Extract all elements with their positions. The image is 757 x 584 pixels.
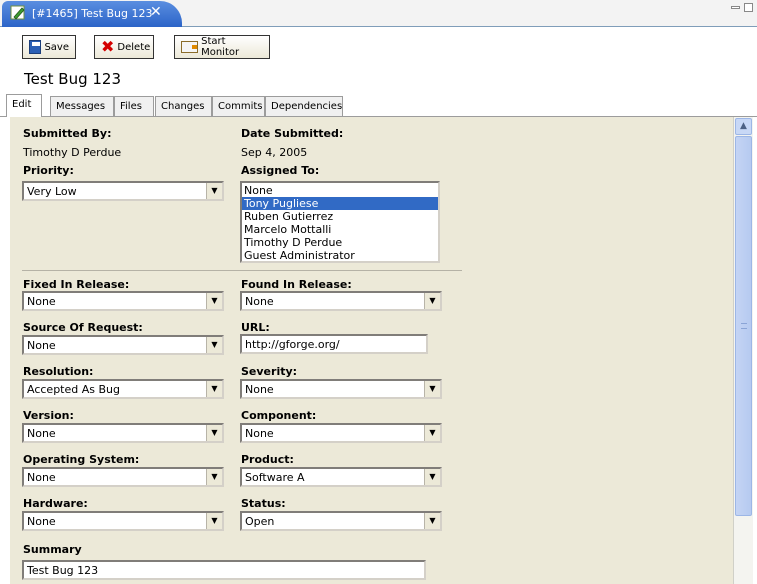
summary-value: Test Bug 123 (27, 564, 99, 577)
found-in-release-label: Found In Release: (241, 278, 352, 291)
vertical-scrollbar[interactable]: ▲ (733, 117, 753, 584)
url-input[interactable]: http://gforge.org/ (240, 334, 428, 354)
operating-system-value: None (27, 471, 56, 484)
pencil-icon (10, 5, 26, 21)
chevron-down-icon: ▼ (206, 183, 222, 199)
chevron-down-icon: ▼ (206, 337, 222, 353)
resolution-select[interactable]: Accepted As Bug ▼ (22, 379, 224, 399)
maximize-button[interactable] (744, 3, 753, 12)
product-value: Software A (245, 471, 305, 484)
save-icon (29, 40, 42, 54)
found-in-release-value: None (245, 295, 274, 308)
url-label: URL: (241, 321, 270, 334)
version-value: None (27, 427, 56, 440)
tab-edit[interactable]: Edit (6, 94, 42, 117)
version-select[interactable]: None ▼ (22, 423, 224, 443)
severity-value: None (245, 383, 274, 396)
priority-value: Very Low (27, 185, 77, 198)
resolution-label: Resolution: (23, 365, 94, 378)
component-value: None (245, 427, 274, 440)
delete-label: Delete (117, 41, 151, 53)
chevron-down-icon: ▼ (424, 381, 440, 397)
assigned-to-label: Assigned To: (241, 164, 320, 177)
start-monitor-label: Start Monitor (201, 36, 240, 58)
start-monitor-button[interactable]: Start Monitor (174, 35, 270, 59)
severity-label: Severity: (241, 365, 298, 378)
hardware-value: None (27, 515, 56, 528)
assigned-to-option[interactable]: Marcelo Mottalli (242, 223, 438, 236)
save-label: Save (44, 41, 69, 53)
delete-icon: ✖ (101, 37, 115, 56)
assigned-to-listbox[interactable]: None Tony Pugliese Ruben Gutierrez Marce… (240, 181, 440, 263)
date-submitted-value: Sep 4, 2005 (241, 146, 308, 159)
chevron-down-icon: ▼ (424, 425, 440, 441)
scrollbar-grip (741, 323, 747, 329)
source-of-request-select[interactable]: None ▼ (22, 335, 224, 355)
chevron-down-icon: ▼ (206, 425, 222, 441)
assigned-to-option[interactable]: Guest Administrator (242, 249, 438, 262)
assigned-to-option[interactable]: None (242, 184, 438, 197)
save-button[interactable]: Save (22, 35, 76, 59)
resolution-value: Accepted As Bug (27, 383, 120, 396)
source-of-request-value: None (27, 339, 56, 352)
chevron-down-icon: ▼ (206, 513, 222, 529)
assigned-to-option[interactable]: Ruben Gutierrez (242, 210, 438, 223)
chevron-down-icon: ▼ (206, 381, 222, 397)
operating-system-label: Operating System: (23, 453, 140, 466)
priority-select[interactable]: Very Low ▼ (22, 181, 224, 201)
severity-select[interactable]: None ▼ (240, 379, 442, 399)
chevron-down-icon: ▼ (206, 293, 222, 309)
assigned-to-option-selected[interactable]: Tony Pugliese (242, 197, 438, 210)
tab-files[interactable]: Files (114, 96, 154, 116)
found-in-release-select[interactable]: None ▼ (240, 291, 442, 311)
summary-input[interactable]: Test Bug 123 (22, 560, 426, 580)
page-title: Test Bug 123 (24, 70, 122, 88)
scrollbar-thumb[interactable] (735, 136, 752, 516)
component-label: Component: (241, 409, 317, 422)
submitted-by-label: Submitted By: (23, 127, 112, 140)
product-select[interactable]: Software A ▼ (240, 467, 442, 487)
edit-panel: Submitted By: Timothy D Perdue Date Subm… (10, 117, 733, 584)
editor-tab-strip: [#1465] Test Bug 123 ✕ (0, 0, 757, 27)
status-value: Open (245, 515, 275, 528)
scroll-up-icon[interactable]: ▲ (735, 118, 752, 135)
fixed-in-release-select[interactable]: None ▼ (22, 291, 224, 311)
tab-messages[interactable]: Messages (50, 96, 114, 116)
priority-label: Priority: (23, 164, 74, 177)
chevron-down-icon: ▼ (424, 293, 440, 309)
component-select[interactable]: None ▼ (240, 423, 442, 443)
url-value: http://gforge.org/ (245, 338, 340, 351)
tab-changes[interactable]: Changes (155, 96, 212, 116)
chevron-down-icon: ▼ (206, 469, 222, 485)
chevron-down-icon: ▼ (424, 469, 440, 485)
close-icon[interactable]: ✕ (150, 4, 162, 20)
source-of-request-label: Source Of Request: (23, 321, 143, 334)
section-divider (22, 270, 462, 271)
summary-label: Summary (23, 543, 82, 556)
monitor-icon (181, 41, 199, 53)
hardware-label: Hardware: (23, 497, 88, 510)
editor-tab[interactable]: [#1465] Test Bug 123 ✕ (2, 1, 182, 27)
version-label: Version: (23, 409, 74, 422)
hardware-select[interactable]: None ▼ (22, 511, 224, 531)
date-submitted-label: Date Submitted: (241, 127, 344, 140)
fixed-in-release-label: Fixed In Release: (23, 278, 130, 291)
minimize-button[interactable] (731, 6, 740, 9)
tab-dependencies[interactable]: Dependencies (265, 96, 343, 116)
status-select[interactable]: Open ▼ (240, 511, 442, 531)
tab-commits[interactable]: Commits (212, 96, 265, 116)
fixed-in-release-value: None (27, 295, 56, 308)
submitted-by-value: Timothy D Perdue (23, 146, 122, 159)
product-label: Product: (241, 453, 294, 466)
assigned-to-option[interactable]: Timothy D Perdue (242, 236, 438, 249)
operating-system-select[interactable]: None ▼ (22, 467, 224, 487)
chevron-down-icon: ▼ (424, 513, 440, 529)
editor-tab-title: [#1465] Test Bug 123 (32, 7, 153, 20)
status-label: Status: (241, 497, 286, 510)
delete-button[interactable]: ✖ Delete (94, 35, 154, 59)
